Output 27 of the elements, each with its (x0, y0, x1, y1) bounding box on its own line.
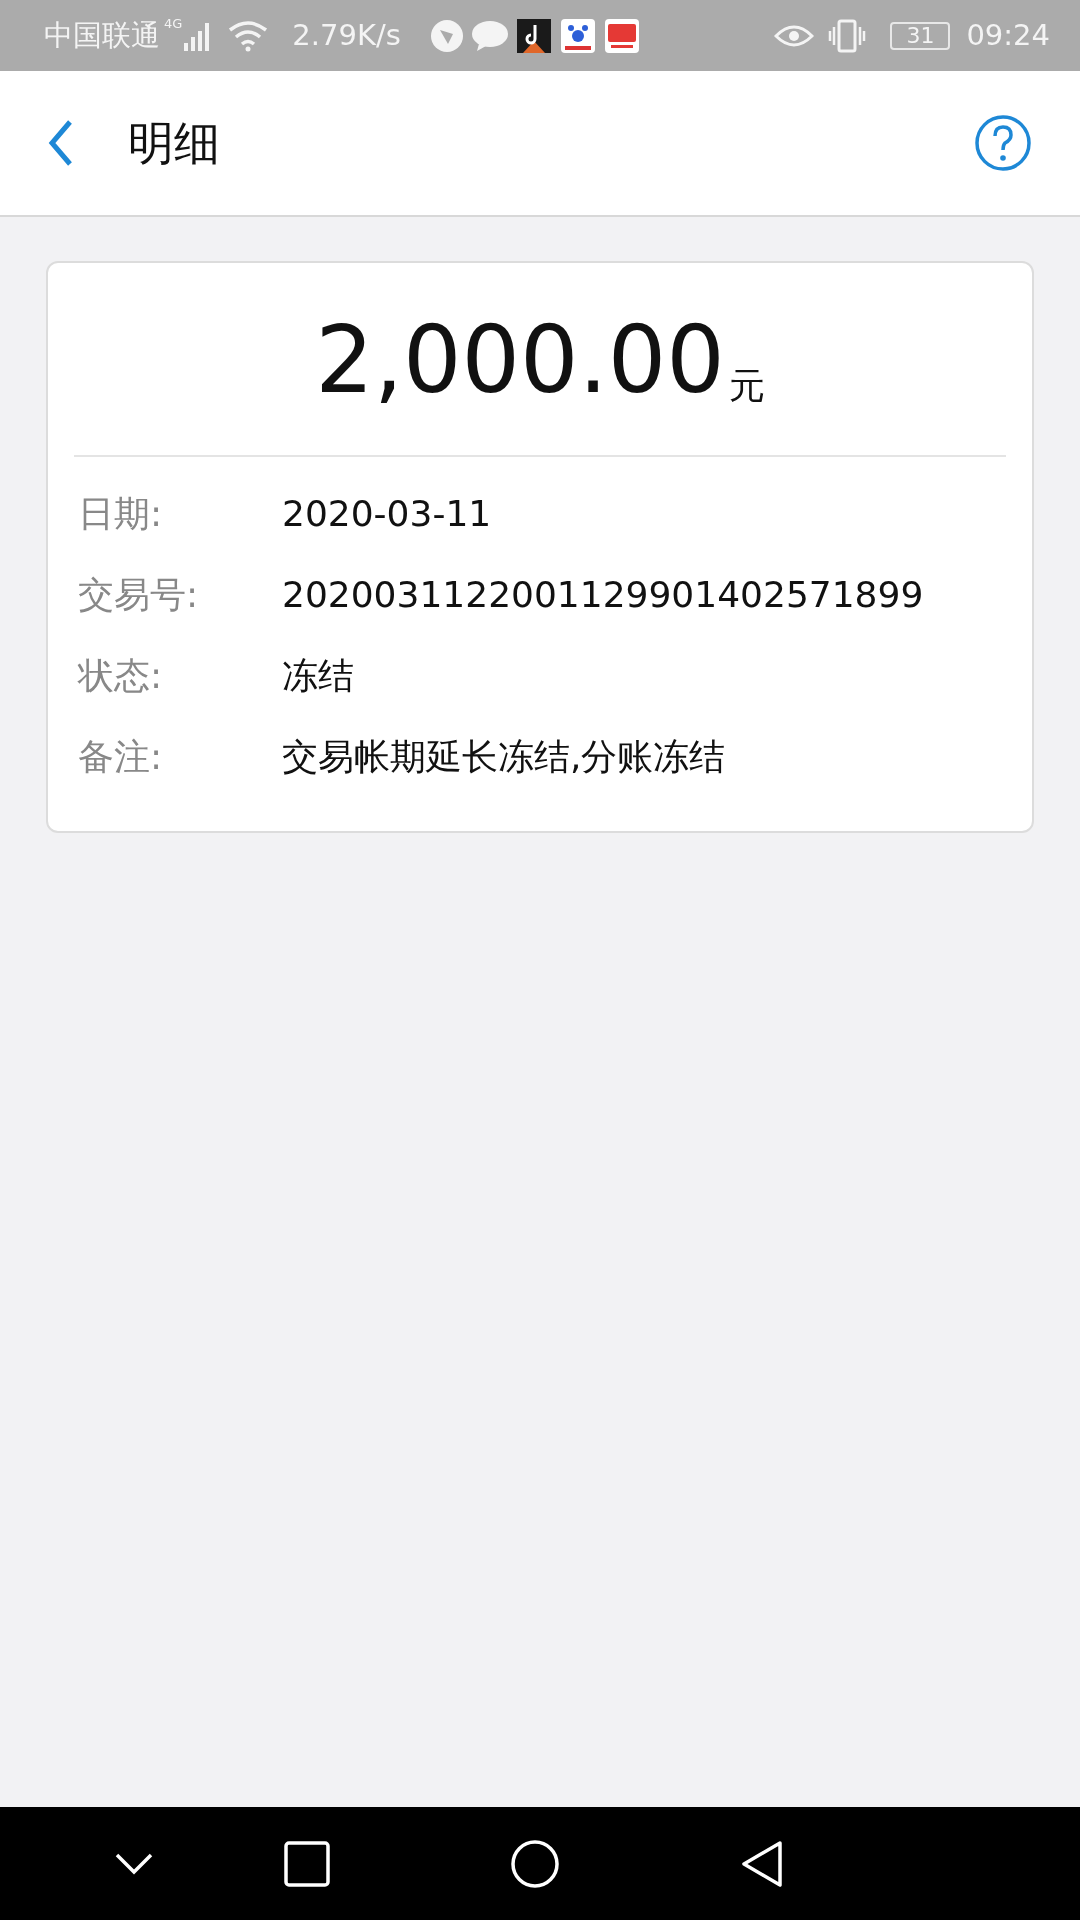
carrier-name: 中国联通 (44, 16, 160, 54)
vibrate-icon (828, 18, 867, 53)
wifi-icon (228, 19, 269, 52)
chat-icon (470, 19, 509, 52)
back-nav-icon[interactable] (740, 1839, 784, 1888)
battery-level: 31 (906, 22, 935, 50)
news-app-icon (604, 18, 639, 53)
clock: 09:24 (966, 16, 1050, 54)
paw-app-icon (560, 18, 595, 53)
music-app-icon (516, 18, 551, 53)
network-type: 4G (164, 15, 183, 33)
page-title: 明细 (128, 114, 220, 172)
amount: 2,000.00 (315, 315, 725, 407)
recent-apps-icon[interactable] (284, 1840, 330, 1887)
field-label: 日期: (78, 491, 164, 536)
field-value: 冻结 (282, 653, 354, 698)
chevron-down-icon[interactable] (114, 1851, 154, 1876)
field-label: 备注: (78, 734, 164, 779)
field-label: 交易号: (78, 572, 200, 617)
home-icon[interactable] (510, 1838, 560, 1889)
currency-unit: 元 (728, 364, 765, 408)
network-speed: 2.79K/s (292, 16, 401, 54)
field-value: 2020031122001129901402571899 (282, 572, 924, 617)
help-icon[interactable] (974, 114, 1032, 172)
field-value: 交易帐期延长冻结,分账冻结 (282, 734, 726, 779)
field-value: 2020-03-11 (282, 491, 492, 536)
field-label: 状态: (78, 653, 164, 698)
